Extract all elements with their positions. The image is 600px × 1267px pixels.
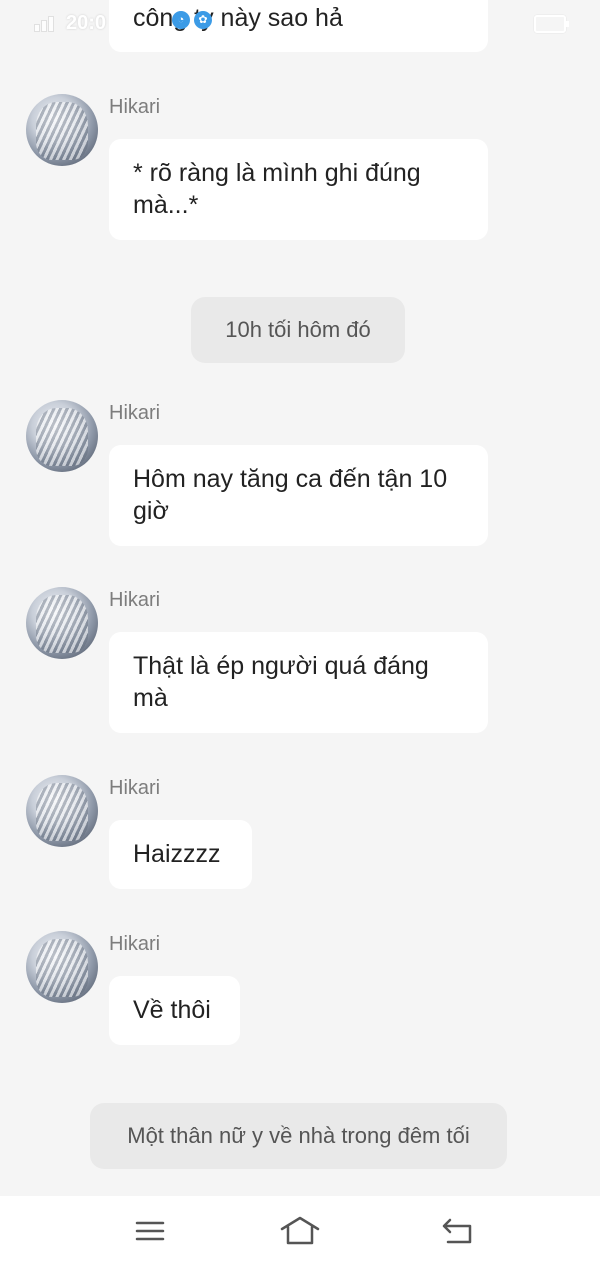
avatar[interactable]	[26, 587, 98, 659]
back-icon[interactable]	[438, 1214, 478, 1248]
sender-name: Hikari	[109, 589, 161, 611]
chat-bubble[interactable]: Thật là ép người quá đáng mà	[109, 632, 488, 733]
sender-name: Hikari	[109, 933, 161, 955]
app-notification-icon: ✿	[194, 11, 212, 29]
chat-bubble[interactable]: Haizzzz	[109, 820, 252, 889]
message-text: Haizzzz	[133, 840, 221, 868]
home-icon[interactable]	[279, 1214, 320, 1248]
message-row: Hikari Thật là ép người quá đáng mà	[26, 587, 600, 737]
chat-bubble[interactable]: Hôm nay tăng ca đến tận 10 giờ	[109, 445, 488, 546]
battery-icon	[534, 15, 569, 33]
avatar[interactable]	[26, 94, 98, 166]
sender-name: Hikari	[109, 96, 161, 118]
narration-text: 10h tối hôm đó	[225, 317, 371, 342]
sender-name: Hikari	[109, 402, 161, 424]
status-left: 20:0	[34, 12, 106, 35]
status-bar: 20:0	[0, 0, 600, 46]
message-row: Hikari Về thôi	[26, 931, 600, 1051]
message-row: Hikari Haizzzz	[26, 775, 600, 895]
avatar[interactable]	[26, 775, 98, 847]
chat-bubble[interactable]: Về thôi	[109, 976, 240, 1045]
navigation-bar	[0, 1196, 600, 1267]
notification-icons: ◔ ✿	[172, 11, 212, 29]
avatar[interactable]	[26, 400, 98, 472]
message-row: Hikari * rõ ràng là mình ghi đúng mà...*	[26, 94, 600, 244]
narration-pill: 10h tối hôm đó	[191, 297, 405, 363]
sender-name: Hikari	[109, 777, 161, 799]
narration-pill: Một thân nữ y về nhà trong đêm tối	[90, 1103, 507, 1169]
menu-icon[interactable]	[130, 1214, 170, 1248]
narration-text: Một thân nữ y về nhà trong đêm tối	[127, 1123, 470, 1148]
message-row: Hikari Hôm nay tăng ca đến tận 10 giờ	[26, 400, 600, 550]
avatar[interactable]	[26, 931, 98, 1003]
message-text: * rõ ràng là mình ghi đúng mà...*	[133, 159, 421, 219]
message-text: Hôm nay tăng ca đến tận 10 giờ	[133, 465, 448, 525]
message-text: Thật là ép người quá đáng mà	[133, 652, 429, 712]
message-text: Về thôi	[133, 996, 211, 1024]
wifi-icon: ◔	[172, 11, 190, 29]
signal-icon	[34, 14, 60, 34]
status-time: 20:0	[66, 12, 107, 34]
chat-bubble[interactable]: * rõ ràng là mình ghi đúng mà...*	[109, 139, 488, 240]
